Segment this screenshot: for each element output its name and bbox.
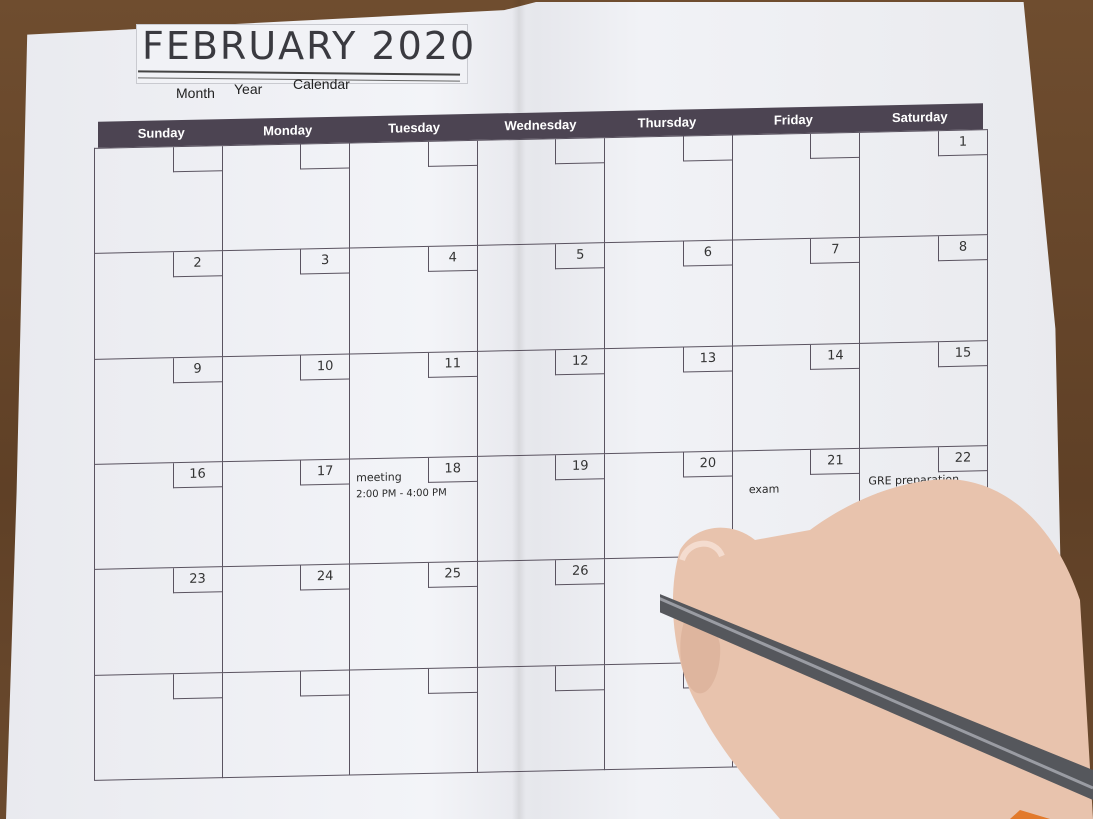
day-cell: 25 [350, 562, 478, 671]
date-number [427, 667, 477, 694]
weekday-saturday: Saturday [891, 108, 948, 126]
day-cell [222, 143, 351, 252]
date-number: 12 [555, 348, 605, 375]
event-meeting-title: meeting [356, 470, 402, 485]
date-number: 15 [937, 340, 987, 367]
day-cell: 13 [605, 346, 733, 455]
weekday-friday: Friday [773, 111, 813, 128]
photo-scene: FEBRUARY 2020 Month Year Calendar Sunday… [0, 0, 1093, 819]
weekday-sunday: Sunday [137, 124, 185, 141]
date-number [682, 135, 732, 162]
date-number: 22 [937, 446, 987, 473]
date-number: 6 [682, 240, 732, 267]
day-cell: 14 [732, 343, 861, 452]
day-cell: 2 [95, 251, 223, 360]
date-number: 1 [937, 130, 987, 157]
weekday-tuesday: Tuesday [388, 119, 440, 136]
date-number: 7 [810, 238, 860, 265]
label-year: Year [234, 81, 263, 97]
day-cell: 19 [477, 454, 606, 563]
date-number [300, 670, 350, 697]
day-cell [222, 670, 351, 779]
date-number: 8 [937, 235, 987, 262]
label-calendar: Calendar [293, 76, 350, 92]
date-number: 18 [427, 456, 477, 483]
day-cell: 9 [95, 356, 223, 465]
day-cell: 3 [222, 248, 351, 357]
date-number: 26 [555, 559, 605, 586]
day-cell: 4 [350, 246, 478, 355]
date-number [172, 146, 222, 173]
date-number: 2 [172, 251, 222, 278]
day-cell: 6 [605, 240, 733, 349]
day-cell [477, 138, 606, 247]
date-number: 5 [555, 243, 605, 270]
day-cell: 24 [222, 564, 351, 673]
day-cell [350, 140, 478, 249]
day-cell [95, 146, 223, 255]
event-meeting-time: 2:00 PM - 4:00 PM [356, 487, 447, 501]
day-cell [95, 672, 223, 781]
day-cell: 16 [95, 462, 223, 571]
date-number [555, 138, 605, 165]
date-number: 9 [172, 356, 222, 383]
date-number [555, 664, 605, 691]
date-number: 14 [810, 343, 860, 370]
date-number: 3 [300, 248, 350, 275]
date-number: 24 [300, 564, 350, 591]
date-number [427, 140, 477, 167]
day-cell: 8 [860, 235, 988, 344]
date-number [810, 132, 860, 159]
day-cell: 18 meeting 2:00 PM - 4:00 PM [350, 456, 478, 565]
day-cell [732, 132, 861, 241]
weekday-monday: Monday [263, 122, 313, 139]
day-cell: 11 [350, 351, 478, 460]
date-number: 23 [172, 567, 222, 594]
day-cell [350, 667, 478, 776]
day-cell: 23 [95, 567, 223, 676]
day-cell: 17 [222, 459, 351, 568]
date-number: 4 [427, 246, 477, 273]
date-number: 17 [300, 459, 350, 486]
date-number: 10 [300, 354, 350, 381]
weekday-wednesday: Wednesday [504, 116, 577, 134]
date-number: 25 [427, 562, 477, 589]
hand-with-pen [660, 479, 1093, 819]
date-number: 16 [172, 462, 222, 489]
day-cell: 10 [222, 354, 351, 463]
day-cell: 5 [477, 243, 606, 352]
date-number: 11 [427, 351, 477, 378]
day-cell: 1 [860, 130, 988, 239]
day-cell: 12 [477, 348, 606, 457]
weekday-thursday: Thursday [637, 114, 697, 131]
day-cell: 15 [860, 340, 988, 449]
page-title: FEBRUARY 2020 [142, 24, 477, 68]
date-number [300, 143, 350, 170]
date-number: 13 [682, 346, 732, 373]
day-cell: 7 [732, 238, 861, 347]
day-cell: 26 [477, 559, 606, 668]
date-number [172, 672, 222, 699]
day-cell [605, 135, 733, 244]
date-number: 19 [555, 454, 605, 481]
day-cell [477, 664, 606, 773]
